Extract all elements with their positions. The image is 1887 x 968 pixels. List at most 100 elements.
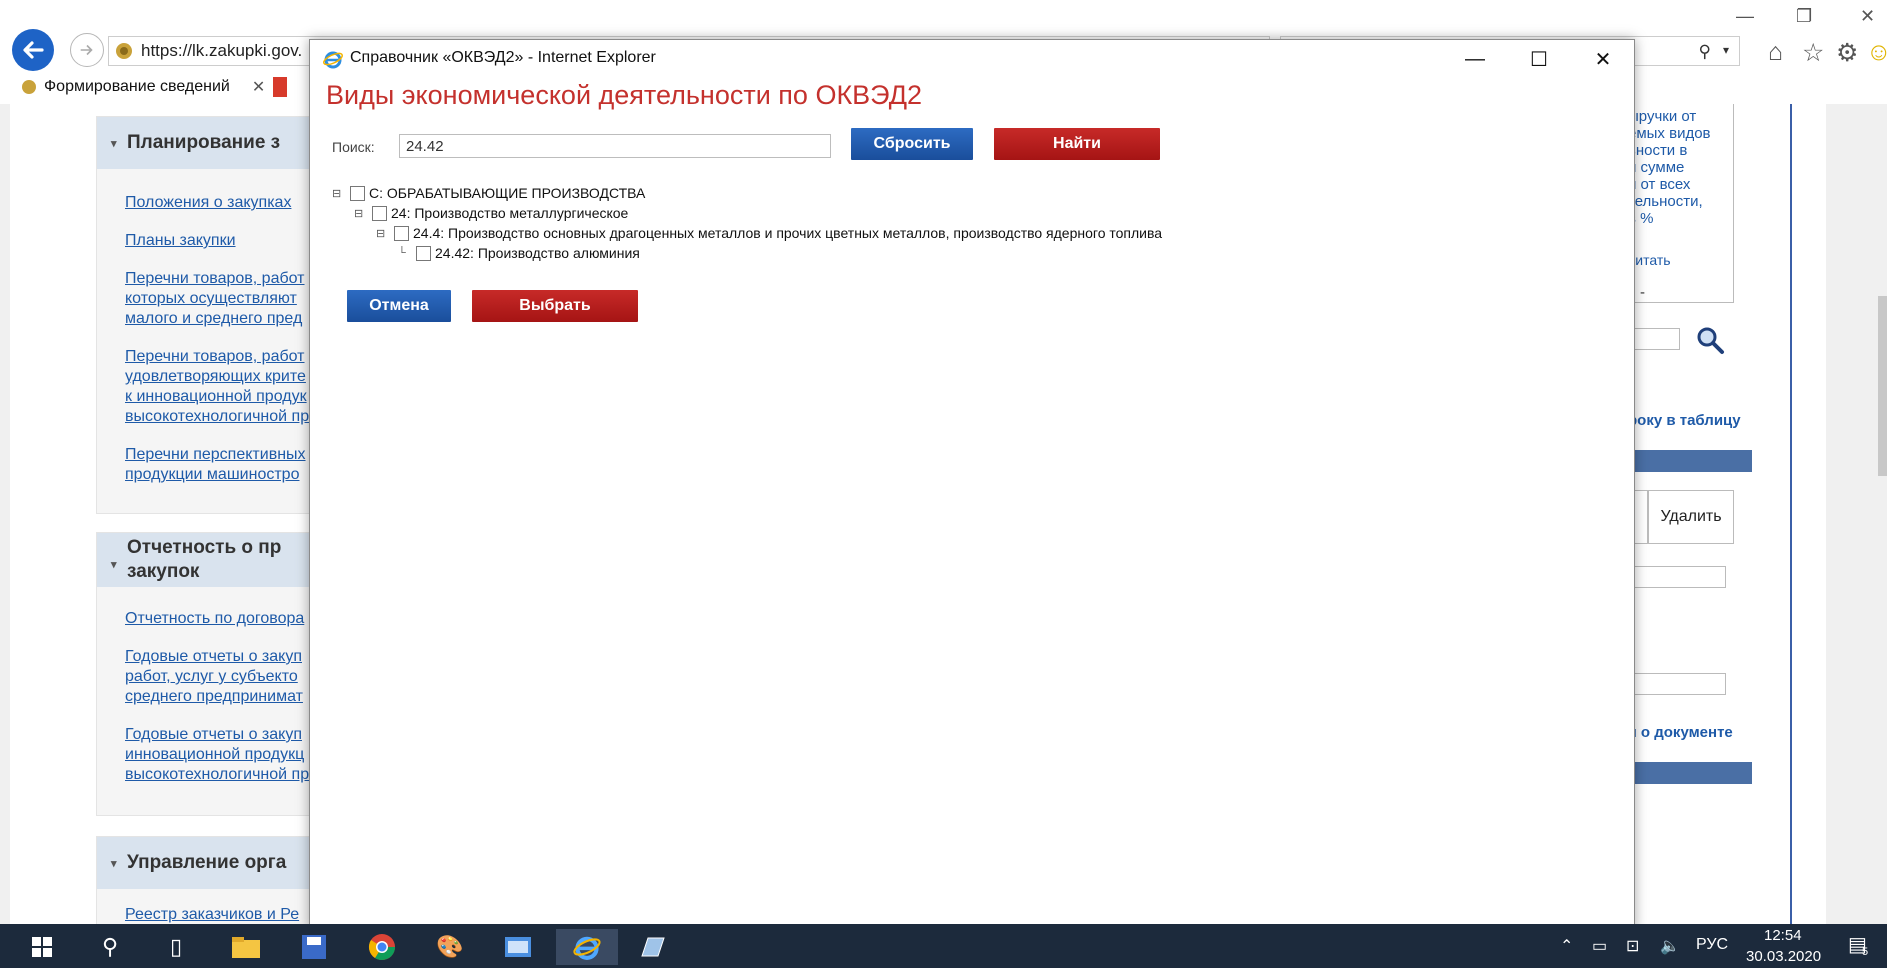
save-app-icon[interactable] <box>290 929 338 965</box>
notepad-app-icon[interactable] <box>628 929 676 965</box>
panel-planning: ▾ Планирование з Положения о закупках Пл… <box>96 116 328 514</box>
panel-title[interactable]: ▾ Управление орга <box>97 837 327 889</box>
battery-icon[interactable]: ▭ <box>1592 936 1607 956</box>
favorites-star-icon[interactable]: ☆ <box>1802 38 1824 68</box>
right-input-3[interactable] <box>1630 673 1726 695</box>
tab-label: Формирование сведений <box>44 78 230 95</box>
internet-explorer-icon[interactable] <box>556 929 618 965</box>
select-button[interactable]: Выбрать <box>472 290 638 322</box>
panel-title[interactable]: ▾ Планирование з <box>97 117 327 169</box>
search-icon[interactable]: ⚲ <box>86 929 134 965</box>
link-perechni-innov[interactable]: Перечни товаров, работ удовлетворяющих к… <box>125 347 327 427</box>
second-tab-icon[interactable] <box>273 77 288 97</box>
tree-checkbox[interactable] <box>394 225 409 241</box>
reset-button[interactable]: Сбросить <box>851 128 973 160</box>
back-button[interactable] <box>12 29 54 71</box>
tree-node-c[interactable]: ⊟ C: ОБРАБАТЫВАЮЩИЕ ПРОИЗВОДСТВА <box>332 185 645 201</box>
chevron-down-icon: ▾ <box>111 559 117 571</box>
forward-button[interactable] <box>70 33 104 67</box>
gear-icon[interactable]: ⚙ <box>1836 38 1858 68</box>
chevron-down-icon[interactable]: ▾ <box>1723 43 1729 57</box>
tree-leaf-connector-icon: └ <box>398 247 406 259</box>
dash-value: - <box>1640 284 1645 301</box>
doc-info-link[interactable]: я о документе <box>1628 724 1733 741</box>
file-explorer-icon[interactable] <box>222 929 270 965</box>
chrome-icon[interactable] <box>358 929 406 965</box>
link-godovye-innov[interactable]: Годовые отчеты о закуп инновационной про… <box>125 725 327 785</box>
volume-icon[interactable]: 🔈 <box>1660 936 1680 956</box>
link-godovye-msp[interactable]: Годовые отчеты о закуп работ, услуг у су… <box>125 647 327 707</box>
clock-time[interactable]: 12:54 <box>1764 927 1802 944</box>
collapse-icon[interactable]: ⊟ <box>376 227 388 240</box>
search-label: Поиск: <box>332 139 375 155</box>
link-perechni-persp[interactable]: Перечни перспективных продукции машиност… <box>125 445 327 485</box>
panel-reporting: ▾ Отчетность о пр закупок Отчетность по … <box>96 532 328 816</box>
find-button[interactable]: Найти <box>994 128 1160 160</box>
tree-node-24-4[interactable]: ⊟ 24.4: Производство основных драгоценны… <box>376 225 1162 241</box>
table-header-bar <box>1630 450 1752 472</box>
task-view-icon[interactable]: ▯ <box>152 929 200 965</box>
smiley-icon[interactable]: ☺ <box>1866 38 1887 67</box>
language-indicator[interactable]: РУС <box>1696 936 1728 954</box>
chevron-down-icon: ▾ <box>111 138 117 150</box>
close-icon[interactable]: ✕ <box>1578 44 1628 74</box>
tab-close-icon[interactable]: ✕ <box>252 77 265 97</box>
right-margin <box>1826 104 1887 924</box>
link-perechni-msp[interactable]: Перечни товаров, работ которых осуществл… <box>125 269 327 329</box>
panel-management: ▾ Управление орга Реестр заказчиков и Ре <box>96 836 328 938</box>
minimize-icon[interactable]: — <box>1450 44 1500 74</box>
revenue-info-text: ыручки от емых видов ьности в й сумме и … <box>1628 108 1711 227</box>
okved-dialog: Справочник «ОКВЭД2» - Internet Explorer … <box>309 39 1635 931</box>
chevron-down-icon: ▾ <box>111 858 117 870</box>
link-otchetnost[interactable]: Отчетность по договора <box>125 609 327 629</box>
chevron-up-icon[interactable]: ⌃ <box>1560 936 1573 956</box>
clock-date[interactable]: 30.03.2020 <box>1746 948 1821 965</box>
tree-node-label: C: ОБРАБАТЫВАЮЩИЕ ПРОИЗВОДСТВА <box>369 185 646 201</box>
tree-checkbox[interactable] <box>416 245 431 261</box>
dialog-titlebar[interactable]: Справочник «ОКВЭД2» - Internet Explorer … <box>310 40 1634 78</box>
arrow-left-icon <box>23 41 44 59</box>
link-polozheniya[interactable]: Положения о закупках <box>125 193 327 213</box>
start-button[interactable] <box>18 929 66 965</box>
tree-checkbox[interactable] <box>350 185 365 201</box>
notification-count: 5 <box>1862 946 1869 958</box>
page-scrollbar-thumb[interactable] <box>1878 296 1887 476</box>
left-edge <box>0 104 10 924</box>
collapse-icon[interactable]: ⊟ <box>332 187 344 200</box>
restore-icon[interactable]: ❐ <box>1796 6 1812 27</box>
maximize-icon[interactable]: ☐ <box>1514 44 1564 74</box>
arrow-right-icon <box>80 44 93 56</box>
right-input-2[interactable] <box>1630 566 1726 588</box>
minimize-icon[interactable]: — <box>1736 6 1754 27</box>
windows-logo-icon <box>32 937 52 957</box>
search-icon[interactable]: ⚲ <box>1699 42 1711 62</box>
add-row-link[interactable]: року в таблицу <box>1628 412 1741 429</box>
home-icon[interactable]: ⌂ <box>1768 38 1783 67</box>
tab-formirovanie[interactable]: Формирование сведений ✕ <box>12 72 274 102</box>
site-emblem-icon <box>116 43 132 59</box>
collapse-icon[interactable]: ⊟ <box>354 207 366 220</box>
link-plany[interactable]: Планы закупки <box>125 231 327 251</box>
panel-title[interactable]: ▾ Отчетность о пр закупок <box>97 533 327 587</box>
tree-node-label: 24.4: Производство основных драгоценных … <box>413 225 1163 241</box>
page-title: Виды экономической деятельности по ОКВЭД… <box>326 80 922 110</box>
cancel-button[interactable]: Отмена <box>347 290 451 322</box>
tree-checkbox[interactable] <box>372 205 387 221</box>
site-emblem-icon <box>22 80 36 94</box>
taskbar: ⚲ ▯ 🎨 ⌃ ▭ ⊡ 🔈 РУС 12:54 30.03.2020 ▤ 5 <box>0 924 1887 968</box>
internet-explorer-icon <box>323 51 343 69</box>
tree-node-24-42[interactable]: └ 24.42: Производство алюминия <box>398 245 640 261</box>
delete-button[interactable]: Удалить <box>1648 490 1734 544</box>
paint-icon[interactable]: 🎨 <box>426 929 474 965</box>
page-border <box>1790 104 1792 924</box>
tree-node-24[interactable]: ⊟ 24: Производство металлургическое <box>354 205 628 221</box>
tree-node-label: 24.42: Производство алюминия <box>435 245 640 261</box>
search-input[interactable] <box>399 134 831 158</box>
doc-header-bar <box>1630 762 1752 784</box>
tree-node-label: 24: Производство металлургическое <box>391 205 629 221</box>
app-window-icon[interactable] <box>494 929 542 965</box>
close-icon[interactable]: ✕ <box>1860 6 1875 27</box>
network-icon[interactable]: ⊡ <box>1626 936 1639 956</box>
search-icon[interactable] <box>1694 324 1726 361</box>
link-reestr[interactable]: Реестр заказчиков и Ре <box>125 905 327 925</box>
